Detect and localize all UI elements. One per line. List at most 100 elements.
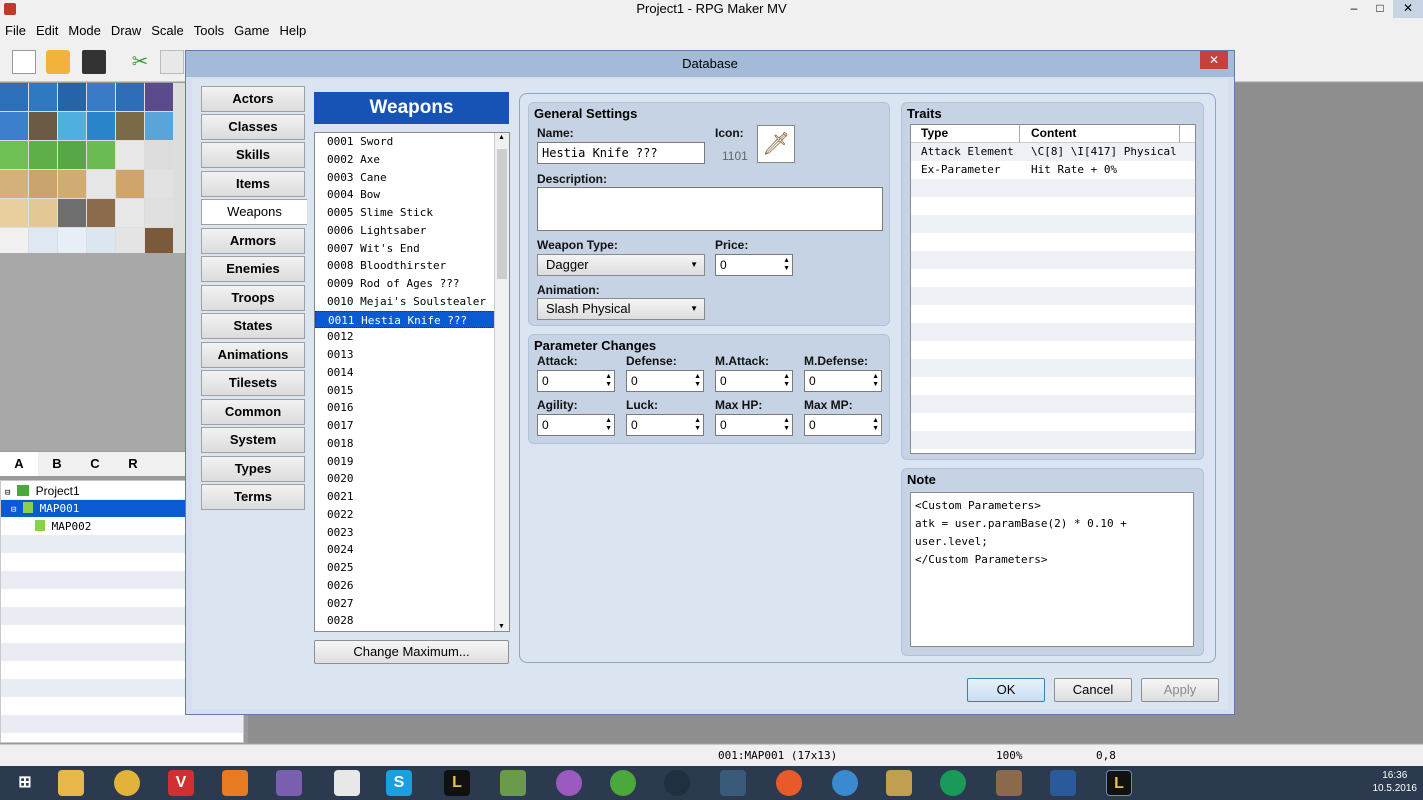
weapon-row[interactable]: 0001 Sword bbox=[315, 133, 495, 151]
weapon-row[interactable]: 0017 bbox=[315, 417, 495, 435]
mattack-input[interactable]: 0 ▲ ▼ bbox=[715, 370, 793, 392]
name-input[interactable]: Hestia Knife ??? bbox=[537, 142, 705, 164]
tile[interactable] bbox=[145, 170, 173, 198]
description-input[interactable] bbox=[537, 187, 883, 231]
start-button-icon[interactable]: ⊞ bbox=[12, 770, 38, 796]
spinner-icon[interactable]: ▲ ▼ bbox=[783, 417, 790, 433]
weapon-row[interactable]: 0015 bbox=[315, 382, 495, 400]
weapon-row[interactable]: 0024 bbox=[315, 541, 495, 559]
category-classes[interactable]: Classes bbox=[201, 114, 305, 140]
scroll-up-icon[interactable]: ▲ bbox=[498, 134, 505, 141]
animation-select[interactable]: Slash Physical ▼ bbox=[537, 298, 705, 320]
tree-project[interactable]: ⊟ Project1 bbox=[5, 483, 80, 500]
defense-input[interactable]: 0 ▲ ▼ bbox=[626, 370, 704, 392]
category-enemies[interactable]: Enemies bbox=[201, 256, 305, 282]
col-content-header[interactable]: Content bbox=[1031, 126, 1076, 140]
tile[interactable] bbox=[87, 83, 115, 111]
ok-button[interactable]: OK bbox=[967, 678, 1045, 702]
change-maximum-button[interactable]: Change Maximum... bbox=[314, 640, 509, 664]
category-animations[interactable]: Animations bbox=[201, 342, 305, 368]
tile[interactable] bbox=[87, 141, 115, 169]
cancel-button[interactable]: Cancel bbox=[1054, 678, 1132, 702]
menu-draw[interactable]: Draw bbox=[106, 20, 146, 42]
tile[interactable] bbox=[58, 170, 86, 198]
weapon-row[interactable]: 0020 bbox=[315, 470, 495, 488]
weapon-row[interactable]: 0009 Rod of Ages ??? bbox=[315, 275, 495, 293]
explorer-icon[interactable] bbox=[58, 770, 84, 796]
category-types[interactable]: Types bbox=[201, 456, 305, 482]
new-project-icon[interactable] bbox=[12, 50, 36, 74]
weapon-row[interactable]: 0005 Slime Stick bbox=[315, 204, 495, 222]
tile[interactable] bbox=[58, 83, 86, 111]
tile[interactable] bbox=[58, 199, 86, 227]
category-terms[interactable]: Terms bbox=[201, 484, 305, 510]
weapon-row[interactable]: 0012 bbox=[315, 328, 495, 346]
traits-table[interactable]: Type Content Attack Element \C[8] \I[417… bbox=[910, 124, 1196, 454]
tab-layer-r[interactable]: R bbox=[114, 452, 152, 476]
menu-file[interactable]: File bbox=[0, 20, 31, 42]
tab-layer-b[interactable]: B bbox=[38, 452, 76, 476]
weapon-row[interactable]: 0013 bbox=[315, 346, 495, 364]
app-icon[interactable] bbox=[334, 770, 360, 796]
spinner-icon[interactable]: ▲ ▼ bbox=[872, 373, 879, 389]
category-items[interactable]: Items bbox=[201, 171, 305, 197]
weapon-row[interactable]: 0006 Lightsaber bbox=[315, 222, 495, 240]
weapon-row[interactable]: 0027 bbox=[315, 595, 495, 613]
tile[interactable] bbox=[58, 112, 86, 140]
weapon-row[interactable]: 0014 bbox=[315, 364, 495, 382]
app-icon[interactable] bbox=[556, 770, 582, 796]
app-icon[interactable] bbox=[1050, 770, 1076, 796]
menu-edit[interactable]: Edit bbox=[31, 20, 63, 42]
tile[interactable] bbox=[116, 170, 144, 198]
category-tilesets[interactable]: Tilesets bbox=[201, 370, 305, 396]
vivaldi-icon[interactable]: V bbox=[168, 770, 194, 796]
tile[interactable] bbox=[58, 141, 86, 169]
dialog-close-button[interactable]: ✕ bbox=[1200, 51, 1228, 69]
category-system[interactable]: System bbox=[201, 427, 305, 453]
tab-layer-a[interactable]: A bbox=[0, 452, 38, 476]
copy-icon[interactable] bbox=[160, 50, 184, 74]
category-armors[interactable]: Armors bbox=[201, 228, 305, 254]
spinner-icon[interactable]: ▲ ▼ bbox=[783, 373, 790, 389]
weapon-row[interactable]: 0025 bbox=[315, 559, 495, 577]
menu-help[interactable]: Help bbox=[275, 20, 312, 42]
apply-button[interactable]: Apply bbox=[1141, 678, 1219, 702]
menu-game[interactable]: Game bbox=[229, 20, 274, 42]
weapon-list[interactable]: 0001 Sword 0002 Axe 0003 Cane 0004 Bow 0… bbox=[314, 132, 510, 632]
media-icon[interactable] bbox=[222, 770, 248, 796]
league-icon[interactable]: L bbox=[444, 770, 470, 796]
weapon-row[interactable]: 0023 bbox=[315, 524, 495, 542]
weapon-row[interactable]: 0019 bbox=[315, 453, 495, 471]
collapse-icon[interactable]: ⊟ bbox=[5, 488, 10, 498]
menu-scale[interactable]: Scale bbox=[146, 20, 189, 42]
tab-layer-c[interactable]: C bbox=[76, 452, 114, 476]
trait-row[interactable]: Attack Element \C[8] \I[417] Physical bbox=[911, 143, 1195, 161]
game-icon[interactable] bbox=[996, 770, 1022, 796]
weapon-row[interactable]: 0008 Bloodthirster bbox=[315, 257, 495, 275]
scrollbar-thumb[interactable] bbox=[497, 149, 507, 279]
open-project-icon[interactable] bbox=[46, 50, 70, 74]
dagger-icon[interactable]: 🗡 bbox=[757, 125, 795, 163]
minecraft-icon[interactable] bbox=[500, 770, 526, 796]
weapon-row[interactable]: 0003 Cane bbox=[315, 169, 495, 187]
menu-tools[interactable]: Tools bbox=[189, 20, 229, 42]
tree-map-selected[interactable]: ⊟ MAP001 bbox=[1, 500, 187, 517]
weapon-type-select[interactable]: Dagger ▼ bbox=[537, 254, 705, 276]
app-icon[interactable] bbox=[720, 770, 746, 796]
scroll-down-icon[interactable]: ▼ bbox=[498, 623, 505, 630]
category-weapons[interactable]: Weapons bbox=[201, 199, 307, 225]
cut-icon[interactable]: ✂ bbox=[128, 50, 152, 74]
weapon-row[interactable]: 0016 bbox=[315, 399, 495, 417]
price-input[interactable]: 0 ▲ ▼ bbox=[715, 254, 793, 276]
weapon-row[interactable]: 0028 bbox=[315, 612, 495, 630]
tile[interactable] bbox=[145, 83, 173, 111]
luck-input[interactable]: 0 ▲ ▼ bbox=[626, 414, 704, 436]
category-actors[interactable]: Actors bbox=[201, 86, 305, 112]
weapon-row[interactable]: 0004 Bow bbox=[315, 186, 495, 204]
app-icon[interactable] bbox=[940, 770, 966, 796]
weapon-row-selected[interactable]: 0011 Hestia Knife ??? bbox=[315, 310, 495, 329]
mdefense-input[interactable]: 0 ▲ ▼ bbox=[804, 370, 882, 392]
trait-row[interactable]: Ex-Parameter Hit Rate + 0% bbox=[911, 161, 1195, 179]
tile[interactable] bbox=[0, 112, 28, 140]
tile[interactable] bbox=[0, 170, 28, 198]
